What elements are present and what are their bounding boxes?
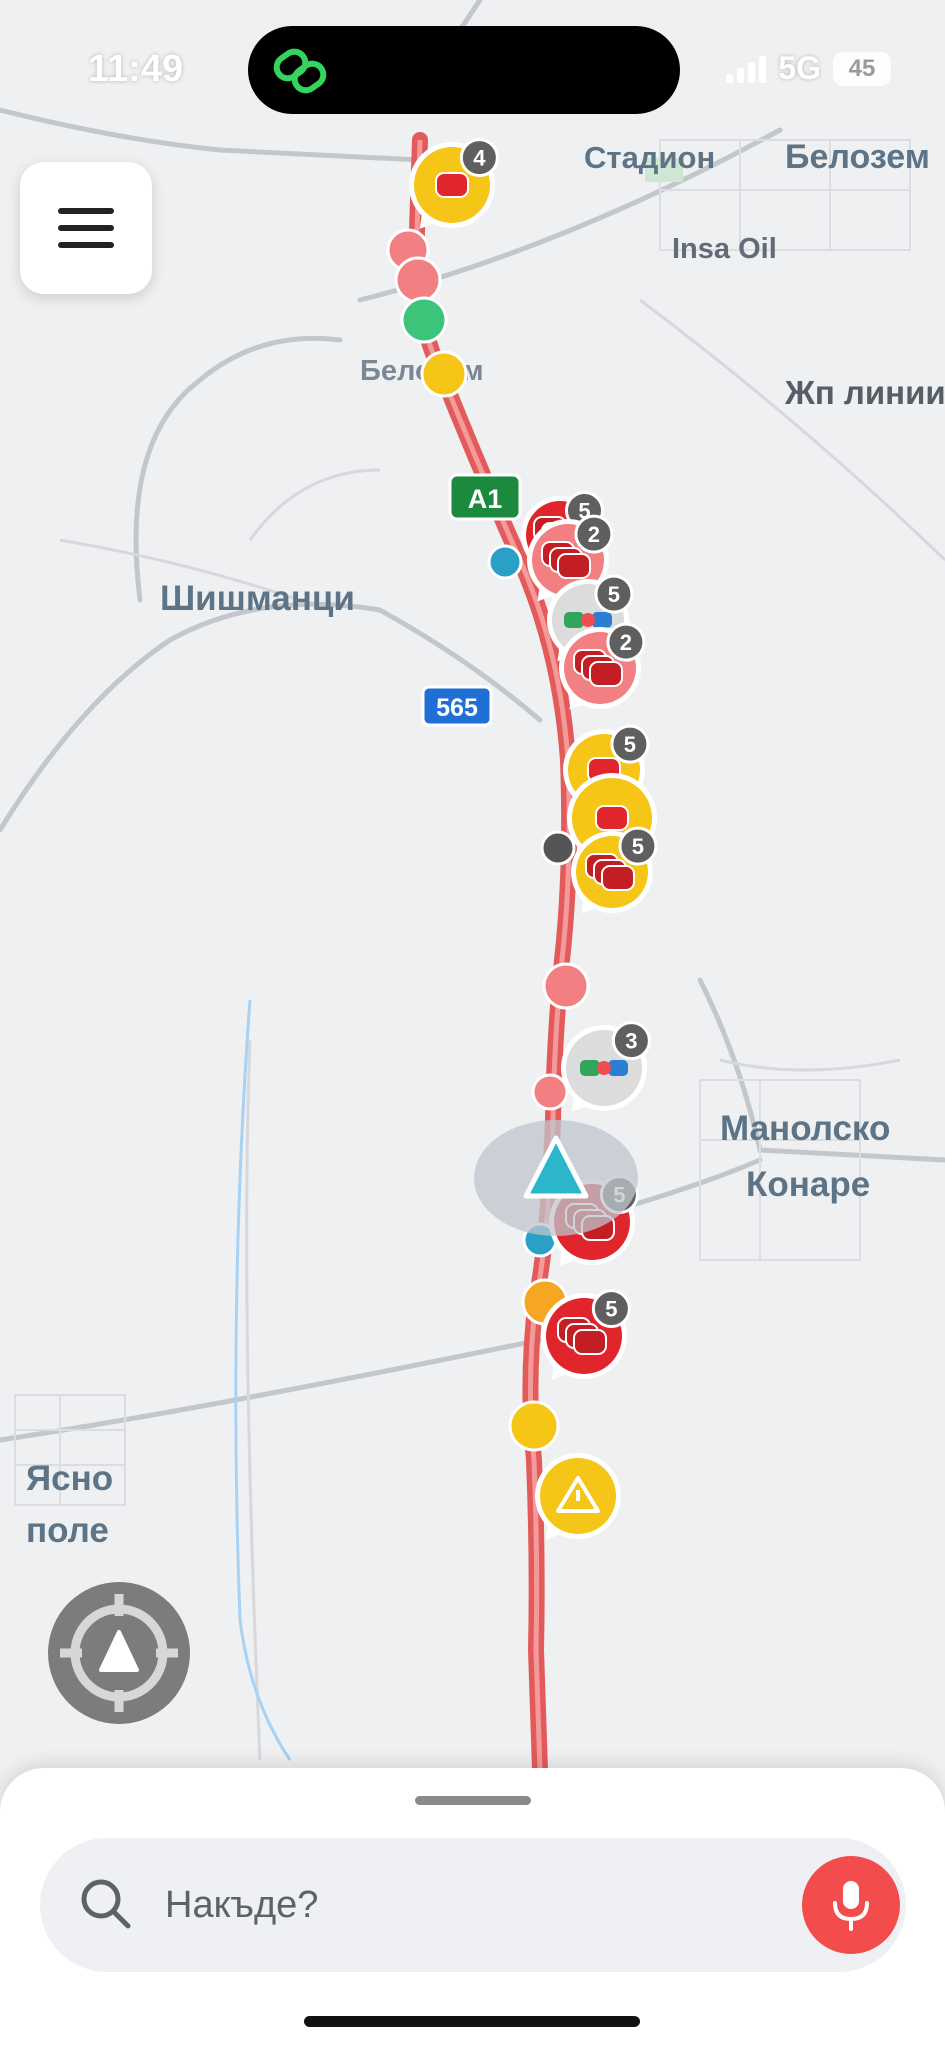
search-bar[interactable]: Накъде? xyxy=(40,1838,906,1972)
alert-count: 5 xyxy=(605,1297,617,1322)
stopped-car-icon xyxy=(435,172,469,198)
map-view[interactable]: Стадион Белозем Insa Oil Белозем Жп лини… xyxy=(0,0,945,2048)
voice-search-button[interactable] xyxy=(802,1856,900,1954)
stopped-car-icon xyxy=(595,805,629,831)
current-location-arrow xyxy=(474,1120,638,1236)
dynamic-island xyxy=(248,26,680,114)
motorway-shield: A1 xyxy=(448,473,522,521)
battery-level: 45 xyxy=(848,54,876,82)
label-town-top-right: Белозем xyxy=(785,138,930,176)
alert-count: 5 xyxy=(608,582,620,607)
label-yasno-2: поле xyxy=(26,1511,109,1550)
status-bar: 11:49 5G 45 xyxy=(0,0,945,140)
alert-count: 2 xyxy=(620,630,632,655)
signal-icon xyxy=(726,55,767,83)
menu-button[interactable] xyxy=(20,162,152,294)
label-insa-oil: Insa Oil xyxy=(672,233,777,265)
svg-text:565: 565 xyxy=(436,694,478,722)
sheet-handle[interactable] xyxy=(415,1796,531,1805)
alert-count: 4 xyxy=(473,146,486,171)
link-icon xyxy=(273,48,327,94)
network-type: 5G xyxy=(778,50,821,86)
label-manolsko-2: Конаре xyxy=(746,1165,870,1204)
search-icon xyxy=(81,1879,131,1929)
alert-count: 2 xyxy=(588,522,600,547)
hamburger-icon xyxy=(58,208,114,214)
battery-icon: 45 xyxy=(833,51,891,86)
status-time: 11:49 xyxy=(88,48,184,90)
hazard-alert-pin[interactable] xyxy=(535,1453,621,1540)
alert-count: 3 xyxy=(625,1029,637,1054)
label-manolsko-1: Манолско xyxy=(720,1109,890,1148)
alert-count: 5 xyxy=(624,732,636,757)
svg-text:A1: A1 xyxy=(468,484,503,514)
label-shishmantsi: Шишманци xyxy=(160,579,355,618)
car-crash-icon xyxy=(564,612,612,628)
microphone-icon xyxy=(833,1881,869,1931)
label-yasno-1: Ясно xyxy=(26,1459,113,1498)
label-stadium: Стадион xyxy=(584,140,715,175)
home-indicator xyxy=(304,2016,640,2027)
search-placeholder[interactable]: Накъде? xyxy=(165,1884,318,1927)
road-shield: 565 xyxy=(421,685,493,727)
car-crash-icon xyxy=(580,1060,628,1076)
recenter-button[interactable] xyxy=(48,1582,190,1724)
compass-icon xyxy=(60,1594,178,1712)
label-railway: Жп линии xyxy=(784,374,945,411)
alert-count: 5 xyxy=(632,834,644,859)
bottom-sheet[interactable]: Накъде? xyxy=(0,1768,945,2048)
